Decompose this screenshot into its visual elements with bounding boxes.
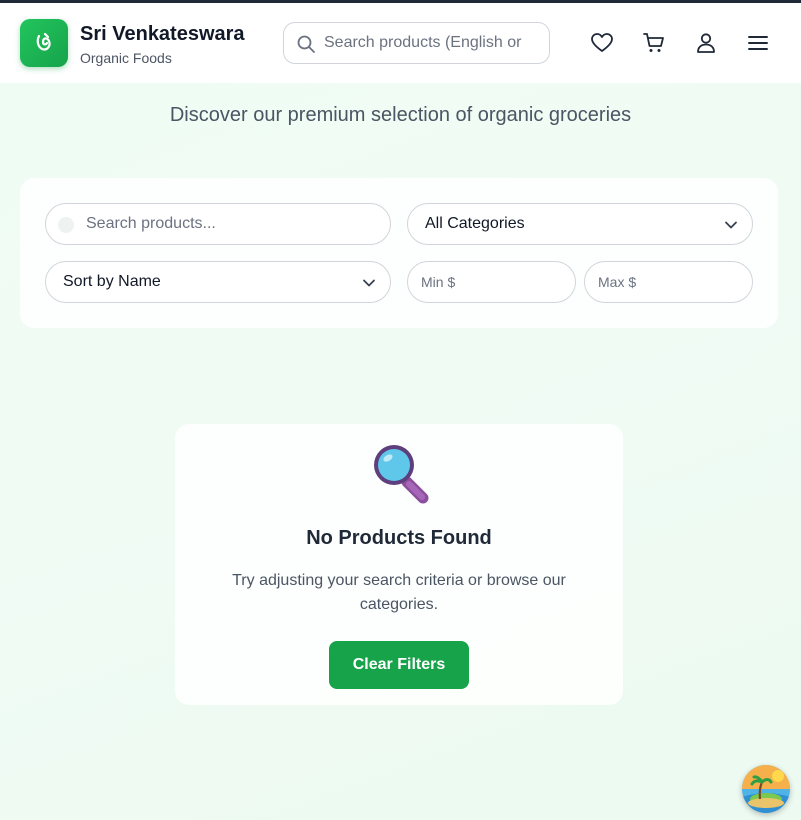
sort-select[interactable]: Sort by Name — [45, 261, 391, 303]
menu-button[interactable] — [738, 23, 778, 63]
brand-title: Sri Venkateswara — [80, 23, 245, 45]
wishlist-button[interactable] — [582, 23, 622, 63]
search-icon — [297, 35, 315, 53]
cart-button[interactable] — [634, 23, 674, 63]
product-search-input[interactable] — [46, 215, 390, 233]
brand-subtitle: Organic Foods — [80, 50, 172, 66]
magnifier-icon — [374, 445, 429, 504]
leaf-icon — [36, 32, 51, 51]
brand-logo[interactable] — [20, 19, 68, 67]
floating-action-button[interactable] — [742, 765, 790, 813]
category-select[interactable]: All Categories — [407, 203, 753, 245]
cart-icon — [643, 33, 664, 52]
site-header: Sri Venkateswara Organic Foods — [0, 3, 801, 83]
min-price-input[interactable] — [408, 274, 575, 290]
filter-panel: All Categories Sort by Name — [20, 178, 778, 328]
chevron-down-icon — [725, 221, 737, 229]
heart-icon — [591, 33, 613, 52]
category-select-value: All Categories — [425, 215, 525, 232]
account-button[interactable] — [686, 23, 726, 63]
search-icon — [58, 217, 74, 233]
clear-filters-button[interactable]: Clear Filters — [329, 641, 469, 689]
empty-state-description: Try adjusting your search criteria or br… — [232, 572, 566, 613]
product-search-field — [45, 203, 391, 245]
sort-select-value: Sort by Name — [63, 273, 161, 290]
empty-state-card: No Products Found Try adjusting your sea… — [175, 424, 623, 705]
header-search — [283, 22, 550, 64]
min-price-field — [407, 261, 576, 303]
max-price-field — [584, 261, 753, 303]
header-search-input[interactable] — [324, 23, 544, 63]
page-subtitle: Discover our premium selection of organi… — [169, 104, 632, 126]
chevron-down-icon — [363, 279, 375, 287]
user-icon — [697, 33, 715, 53]
max-price-input[interactable] — [585, 274, 752, 290]
empty-state-title: No Products Found — [306, 527, 492, 549]
island-icon — [742, 765, 790, 813]
menu-icon — [748, 36, 768, 50]
